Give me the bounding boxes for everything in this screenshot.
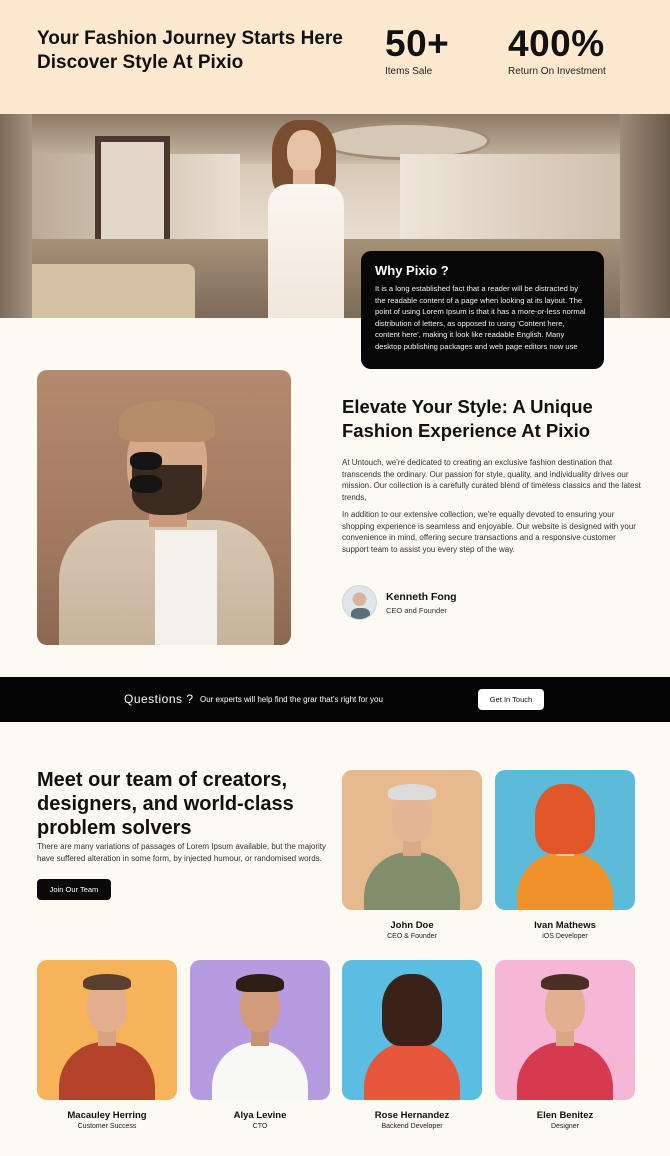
hero-title-line-1: Your Fashion Journey Starts Here [37,28,343,49]
why-pixio-text: It is a long established fact that a rea… [375,284,586,351]
hero-title: Your Fashion Journey Starts Here Discove… [37,27,367,75]
member-role: CTO [252,1123,268,1130]
member-name: Rose Hernandez [374,1110,450,1121]
stat-value: 50+ [385,23,450,64]
member-name: Macauley Herring [67,1110,147,1121]
team-member-card[interactable]: Elen Benitez Designer [495,960,635,1130]
questions-text: Our experts will help find the grar that… [200,695,383,704]
member-photo [37,960,177,1100]
team-member-card[interactable]: Ivan Mathews iOS Developer [495,770,635,940]
team-member-card[interactable]: Rose Hernandez Backend Developer [342,960,482,1130]
get-in-touch-button[interactable]: Get In Touch [478,689,544,710]
member-name: Elen Benitez [536,1110,594,1121]
member-photo [495,960,635,1100]
member-role: iOS Developer [542,933,588,940]
member-name: Alya Levine [233,1110,287,1121]
author-name: Kenneth Fong [386,590,457,603]
member-role: Customer Success [77,1123,137,1130]
stat-items-sale: 50+ Items Sale [385,22,449,77]
team-member-card[interactable]: Macauley Herring Customer Success [37,960,177,1130]
stat-value: 400% [508,23,605,64]
team-member-card[interactable]: Alya Levine CTO [190,960,330,1130]
about-model-photo [37,370,291,645]
member-photo [342,770,482,910]
questions-title: Questions ? [124,692,194,706]
member-name: John Doe [390,920,434,931]
team-description: There are many variations of passages of… [37,842,327,863]
stat-label: Items Sale [385,66,433,77]
member-name: Ivan Mathews [534,920,596,931]
author-block: Kenneth Fong CEO and Founder [342,585,457,620]
team-member-card[interactable]: John Doe CEO & Founder [342,770,482,940]
team-title: Meet our team of creators, designers, an… [37,769,294,839]
about-paragraph-2: In addition to our extensive collection,… [342,510,636,554]
author-role: CEO and Founder [386,605,447,615]
member-role: CEO & Founder [387,933,437,940]
member-role: Backend Developer [381,1123,443,1130]
why-pixio-title: Why Pixio ? [375,263,449,278]
hero-title-line-2: Discover Style At Pixio [37,52,244,73]
questions-bar: Questions ? Our experts will help find t… [0,677,670,722]
join-our-team-button[interactable]: Join Our Team [37,879,111,900]
member-photo [495,770,635,910]
why-pixio-card: Why Pixio ? It is a long established fac… [361,251,604,369]
member-photo [342,960,482,1100]
member-role: Designer [550,1123,579,1130]
member-photo [190,960,330,1100]
stat-label: Return On Investment [508,66,606,77]
about-title: Elevate Your Style: A Unique Fashion Exp… [342,396,593,441]
stat-roi: 400% Return On Investment [508,22,606,77]
avatar [342,585,377,620]
about-paragraph-1: At Untouch, we're dedicated to creating … [342,458,641,502]
